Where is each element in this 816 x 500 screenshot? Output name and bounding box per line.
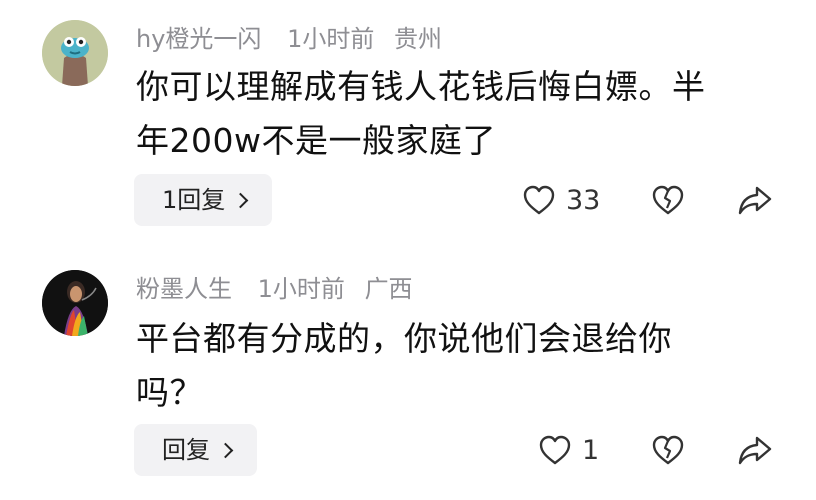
username[interactable]: 粉墨人生	[136, 275, 232, 303]
comment-text-line: 吗？	[136, 373, 203, 412]
comment-meta: hy橙光一闪 1小时前 贵州	[136, 22, 454, 56]
comment-text-line: 年200w不是一般家庭了	[136, 121, 496, 160]
chevron-right-icon	[217, 442, 234, 459]
comment-item: hy橙光一闪 1小时前 贵州 你可以理解成有钱人花钱后悔白嫖。半 年200w不是…	[0, 0, 816, 250]
avatar[interactable]	[42, 20, 108, 86]
username[interactable]: hy橙光一闪	[136, 25, 261, 53]
timestamp: 1小时前	[287, 25, 375, 53]
reply-label: 1回复	[162, 186, 226, 214]
broken-heart-icon	[652, 435, 684, 465]
like-button[interactable]: 33	[522, 178, 600, 222]
like-count: 1	[582, 434, 600, 466]
like-count: 33	[566, 184, 601, 216]
green-monster-avatar-icon	[42, 20, 108, 86]
comment-text: 你可以理解成有钱人花钱后悔白嫖。半 年200w不是一般家庭了	[136, 60, 776, 168]
dark-portrait-avatar-icon	[42, 270, 108, 336]
location: 贵州	[393, 25, 442, 53]
view-replies-button[interactable]: 1回复	[134, 174, 273, 226]
comment-item: 粉墨人生 1小时前 广西 平台都有分成的，你说他们会退给你 吗？ 回复 1	[0, 250, 816, 500]
dislike-button[interactable]	[651, 428, 685, 472]
comment-text-line: 平台都有分成的，你说他们会退给你	[136, 319, 672, 358]
broken-heart-icon	[652, 185, 684, 215]
heart-outline-icon	[539, 435, 571, 465]
share-button[interactable]	[737, 178, 773, 222]
comment-text-line: 你可以理解成有钱人花钱后悔白嫖。半	[136, 67, 706, 106]
share-arrow-icon	[738, 436, 772, 465]
timestamp: 1小时前	[257, 275, 345, 303]
share-arrow-icon	[738, 186, 772, 215]
chevron-right-icon	[233, 192, 249, 209]
reply-button[interactable]: 回复	[134, 424, 257, 476]
comment-text: 平台都有分成的，你说他们会退给你 吗？	[136, 312, 776, 420]
comment-meta: 粉墨人生 1小时前 广西	[136, 272, 425, 306]
heart-outline-icon	[523, 185, 555, 215]
dislike-button[interactable]	[651, 178, 685, 222]
reply-label: 回复	[162, 436, 210, 464]
avatar[interactable]	[42, 270, 108, 336]
share-button[interactable]	[737, 428, 773, 472]
location: 广西	[364, 275, 413, 303]
like-button[interactable]: 1	[538, 428, 599, 472]
